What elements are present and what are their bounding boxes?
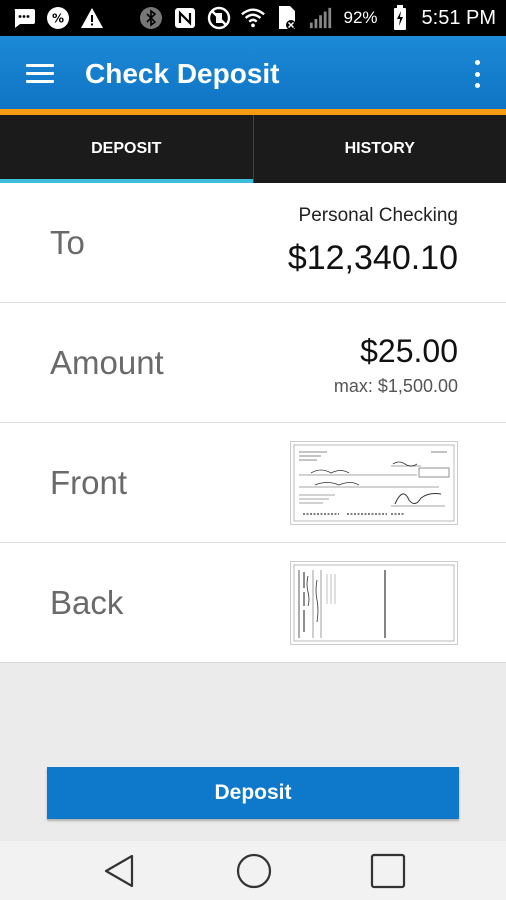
status-bar-left: % [12, 6, 104, 30]
check-front-image[interactable] [290, 441, 458, 525]
account-balance: $12,340.10 [287, 239, 458, 277]
amount-label: Amount [50, 343, 164, 381]
to-account-row[interactable]: To Personal Checking $12,340.10 [0, 183, 506, 303]
page-title: Check Deposit [85, 58, 280, 89]
tab-deposit[interactable]: DEPOSIT [0, 115, 254, 183]
status-bar: % 92% 5:51 PM [0, 0, 506, 36]
app-bar: Check Deposit [0, 36, 506, 115]
front-label: Front [50, 463, 128, 501]
system-nav-bar [0, 841, 506, 900]
battery-percent: 92% [343, 8, 378, 27]
check-back-image[interactable] [290, 561, 458, 645]
tab-history[interactable]: HISTORY [254, 115, 506, 183]
nfc-icon [173, 6, 197, 30]
amount-row[interactable]: Amount $25.00 max: $1,500.00 [0, 303, 506, 423]
back-triangle-icon[interactable] [100, 853, 140, 889]
amount-value: $25.00 [360, 333, 458, 369]
deposit-form: To Personal Checking $12,340.10 Amount $… [0, 183, 506, 663]
clock: 5:51 PM [421, 7, 496, 29]
signal-icon [309, 6, 333, 30]
back-label: Back [50, 583, 124, 621]
svg-text:%: % [52, 12, 64, 26]
message-icon [12, 6, 36, 30]
account-name: Personal Checking [298, 205, 458, 226]
amount-max: max: $1,500.00 [333, 376, 458, 396]
back-image-row[interactable]: Back [0, 543, 506, 663]
hamburger-menu-icon[interactable] [26, 64, 54, 84]
data-saver-icon: % [46, 6, 70, 30]
recent-apps-square-icon[interactable] [368, 853, 408, 889]
tab-bar: DEPOSIT HISTORY [0, 115, 506, 183]
no-sound-icon [207, 6, 231, 30]
battery-charging-icon [388, 5, 412, 30]
bluetooth-icon [139, 6, 163, 30]
warning-icon [80, 6, 104, 30]
wifi-icon [241, 6, 266, 30]
overflow-menu-icon[interactable] [472, 60, 482, 88]
deposit-button[interactable]: Deposit [47, 767, 459, 819]
front-image-row[interactable]: Front [0, 423, 506, 543]
to-label: To [50, 223, 85, 261]
sim-card-icon [275, 6, 299, 30]
status-bar-right: 92% 5:51 PM [139, 4, 496, 32]
home-circle-icon[interactable] [234, 853, 274, 889]
